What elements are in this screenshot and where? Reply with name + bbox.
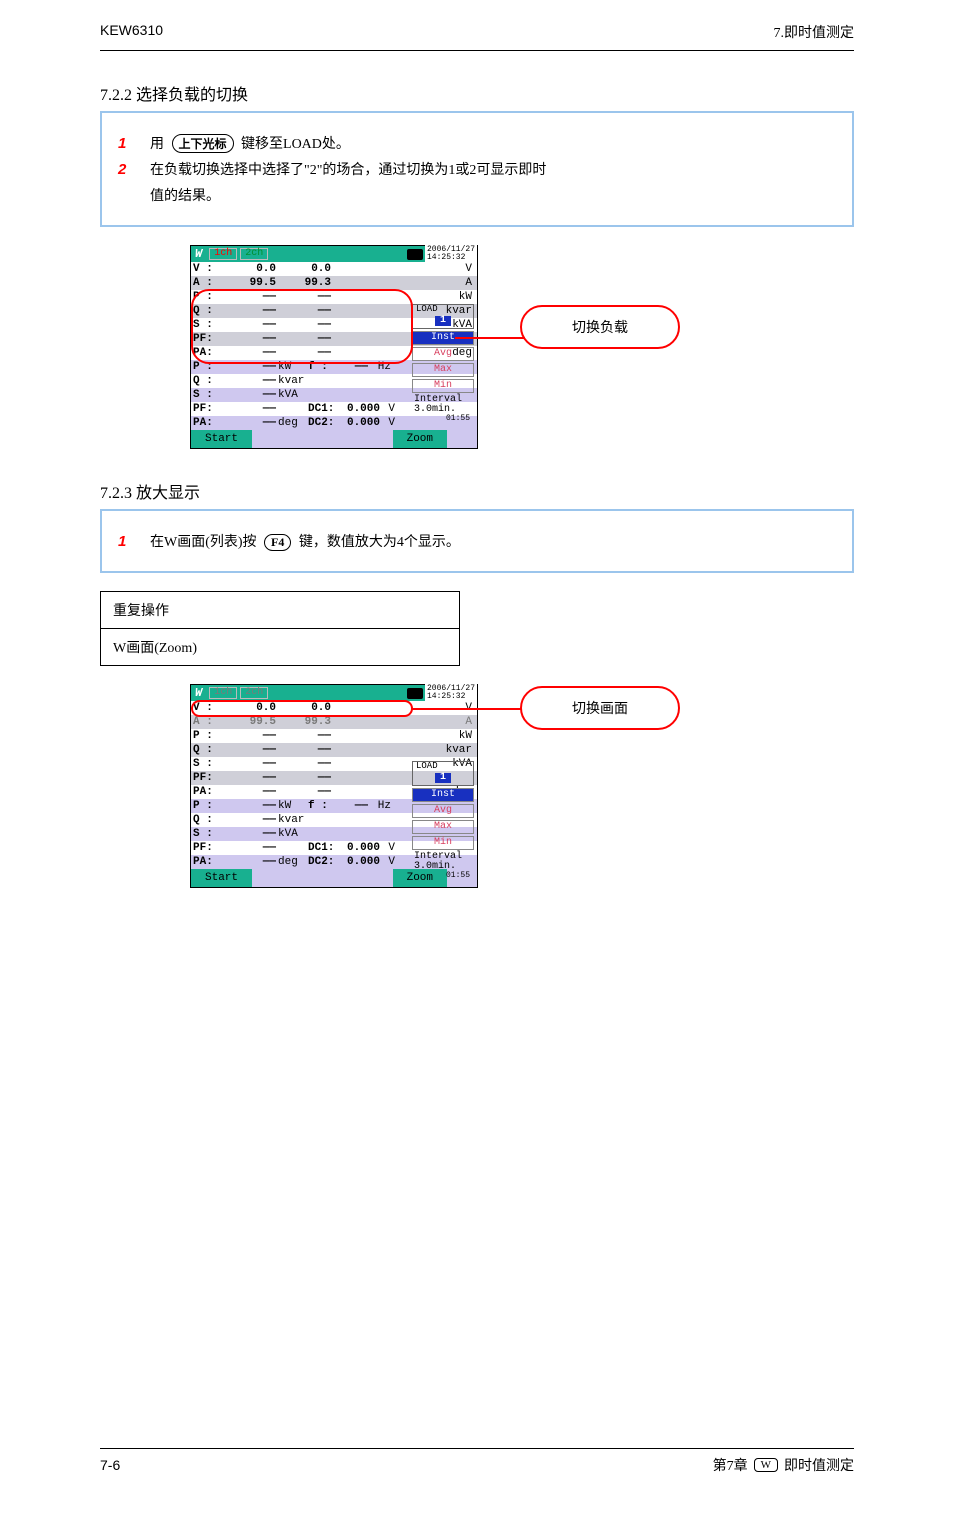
step1b-b: 键，数值放大为4个显示。	[299, 535, 460, 550]
tab-2ch-2[interactable]: 2ch	[240, 687, 268, 699]
section-7-2-2-title: 7.2.2 选择负载的切换	[100, 81, 854, 105]
btn-avg-2[interactable]: Avg	[412, 804, 474, 818]
step1b: 键移至LOAD处。	[241, 137, 350, 152]
btn-inst-2[interactable]: Inst	[412, 788, 474, 802]
screenshot-1-wrap: W 1ch 2ch 2006/11/2714:25:32 V :0.00.0V …	[190, 245, 790, 449]
step-2-number: 2	[118, 161, 150, 178]
datetime: 2006/11/2714:25:32	[425, 245, 477, 263]
btn-avg[interactable]: Avg	[412, 347, 474, 361]
doc-id: KEW6310	[100, 22, 163, 38]
tab-2ch[interactable]: 2ch	[240, 248, 268, 260]
btn-max[interactable]: Max	[412, 363, 474, 377]
btn-start-2[interactable]: Start	[191, 869, 252, 887]
callout-connector-2	[412, 708, 522, 710]
tab-1ch-2[interactable]: 1ch	[209, 687, 237, 699]
footer-chapter: 第7章	[713, 1455, 748, 1475]
step1a: 用	[150, 137, 164, 152]
top-rule	[100, 50, 854, 51]
right-panel-2: LOAD 1 Inst Avg Max Min Interval 3.0min.…	[412, 759, 474, 880]
btn-max-2[interactable]: Max	[412, 820, 474, 834]
btn-zoom[interactable]: Zoom	[393, 430, 447, 448]
page-number: 7-6	[100, 1457, 120, 1473]
operation-path-box: 重复操作 W画面(Zoom)	[100, 591, 460, 666]
screenshot-2-wrap: W 1ch 2ch 2006/11/2714:25:32 V :0.00.0V …	[190, 684, 790, 888]
btn-min[interactable]: Min	[412, 379, 474, 393]
card-icon	[407, 249, 423, 260]
w-logo: W	[191, 248, 206, 260]
callout-bubble-1: 切换负载	[520, 305, 680, 349]
card-icon-2	[407, 688, 423, 699]
step-1-number: 1	[118, 135, 150, 152]
step-1b-number: 1	[118, 533, 150, 550]
device-screen-1: W 1ch 2ch 2006/11/2714:25:32 V :0.00.0V …	[190, 245, 478, 449]
callout-bubble-2: 切换画面	[520, 686, 680, 730]
step2b: 值的结果。	[150, 185, 220, 205]
btn-start[interactable]: Start	[191, 430, 252, 448]
chapter-title-top: 7.即时值测定	[774, 22, 855, 42]
footer-title: 即时值测定	[784, 1455, 854, 1475]
footer-key: W	[754, 1458, 778, 1472]
tab-1ch[interactable]: 1ch	[209, 248, 237, 260]
key-f4: F4	[264, 534, 291, 551]
right-panel-1: LOAD 1 Inst Avg Max Min Interval 3.0min.…	[412, 302, 474, 423]
device-screen-2: W 1ch 2ch 2006/11/2714:25:32 V :0.00.0V …	[190, 684, 478, 888]
step1b-a: 在W画面(列表)按	[150, 535, 257, 550]
w-logo-2: W	[191, 687, 206, 699]
key-up-down-cursor: 上下光标	[172, 134, 234, 153]
instruction-box-2: 1 在W画面(列表)按 F4 键，数值放大为4个显示。	[100, 509, 854, 573]
page-footer: 7-6 第7章 W 即时值测定	[100, 1448, 854, 1475]
load-value-2[interactable]: 1	[435, 773, 451, 783]
datetime-2: 2006/11/2714:25:32	[425, 684, 477, 702]
instruction-box-1: 1 用 上下光标 键移至LOAD处。 2 在负载切换选择中选择了"2"的场合，通…	[100, 111, 854, 227]
section-7-2-3-title: 7.2.3 放大显示	[100, 479, 854, 503]
callout-connector-1	[455, 337, 525, 339]
step2a: 在负载切换选择中选择了"2"的场合，通过切换为1或2可显示即时	[150, 159, 546, 179]
load-value[interactable]: 1	[435, 316, 451, 326]
btn-min-2[interactable]: Min	[412, 836, 474, 850]
